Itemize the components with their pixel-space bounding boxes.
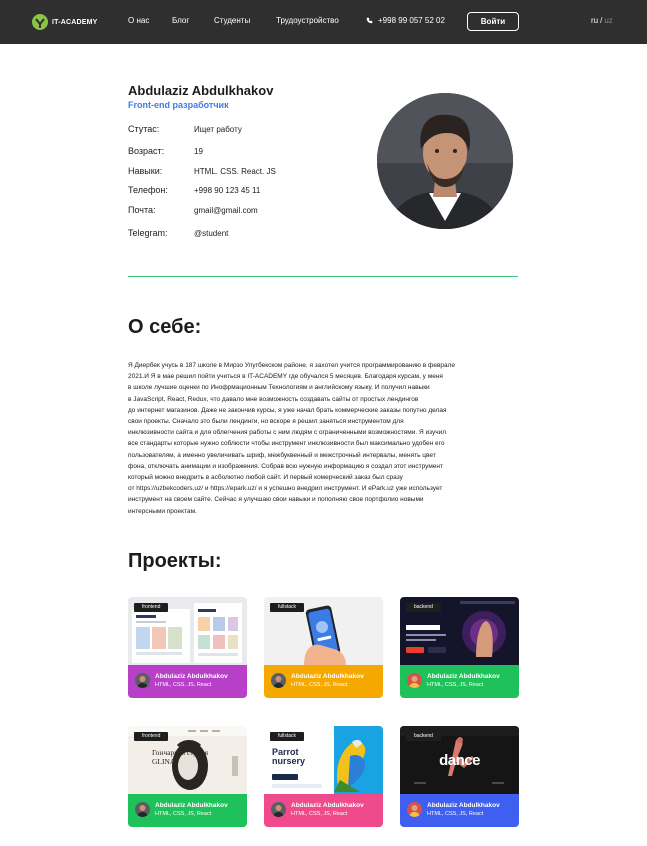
- about-line: инклюзивности сайта и для облегчения раб…: [128, 429, 447, 437]
- email-value: gmail@gmail.com: [194, 206, 258, 215]
- project-card[interactable]: fullstack Abdulaziz Abdulkhakov HTML, CS…: [264, 597, 383, 698]
- project-skills: HTML, CSS, JS, React: [427, 811, 484, 817]
- project-card-footer: Abdulaziz Abdulkhakov HTML, CSS, JS, Rea…: [128, 794, 247, 827]
- nav-about[interactable]: О нас: [128, 16, 149, 26]
- project-card-footer: Abdulaziz Abdulkhakov HTML, CSS, JS, Rea…: [400, 665, 519, 698]
- about-line: который можно внедрить в асболютно любой…: [128, 474, 403, 482]
- status-label: Стутас:: [128, 124, 160, 134]
- about-line: инструмент на своем сайте. Сейчас я улуч…: [128, 496, 424, 504]
- project-card-footer: Abdulaziz Abdulkhakov HTML, CSS, JS, Rea…: [128, 665, 247, 698]
- email-label: Почта:: [128, 205, 156, 215]
- project-card-footer: Abdulaziz Abdulkhakov HTML, CSS, JS, Rea…: [264, 794, 383, 827]
- project-tag: fullstack: [270, 603, 305, 612]
- project-skills: HTML, CSS, JS, React: [291, 682, 348, 688]
- about-line: интерсными проектам.: [128, 507, 197, 515]
- project-tag: fullstack: [270, 732, 305, 741]
- author-name: Abdulaziz Abdulkhakov: [291, 802, 364, 809]
- age-value: 19: [194, 147, 203, 156]
- project-card[interactable]: frontend Abdulaziz Abdulkhakov HTML, CSS…: [128, 597, 247, 698]
- project-skills: HTML, CSS, JS, React: [155, 811, 212, 817]
- header-phone[interactable]: +998 99 057 52 02: [366, 16, 445, 25]
- about-text: Я Диербек учусь в 187 школе в Мирзо Улуг…: [128, 360, 520, 517]
- about-line: до интернет магазинов. Даже не закончив …: [128, 406, 447, 414]
- about-line: фона, отключать анимации и изображения. …: [128, 462, 443, 470]
- author-avatar: [407, 673, 422, 688]
- skills-value: HTML. CSS. React. JS: [194, 167, 276, 176]
- logo-icon: [32, 14, 48, 30]
- about-line: в школе лучшие оценки по Инофрмационным …: [128, 384, 430, 392]
- author-name: Abdulaziz Abdulkhakov: [427, 673, 500, 680]
- phone-label: Телефон:: [128, 185, 168, 195]
- nav-students[interactable]: Студенты: [214, 16, 250, 26]
- author-name: Abdulaziz Abdulkhakov: [155, 673, 228, 680]
- student-photo: [377, 93, 513, 229]
- author-avatar: [135, 673, 150, 688]
- thumbnail-heading: dance: [439, 752, 480, 769]
- thumbnail-heading: Гончарная студия GLINA: [152, 748, 209, 766]
- logo[interactable]: IT-ACADEMY: [31, 13, 98, 31]
- project-tag: backend: [406, 603, 441, 612]
- nav-employment[interactable]: Трудоустройство: [276, 16, 339, 26]
- about-line: все стандарты которые нужно соблюсти что…: [128, 440, 445, 448]
- project-card[interactable]: backend Abdulaziz Abdulkhakov HTML, CSS,…: [400, 597, 519, 698]
- login-button[interactable]: Войти: [467, 12, 519, 31]
- about-line: в JavaScript, React, Redux, что давало м…: [128, 395, 419, 403]
- project-card[interactable]: fullstack Parrot nursery Abdulaziz Abdul…: [264, 726, 383, 827]
- project-card-footer: Abdulaziz Abdulkhakov HTML, CSS, JS, Rea…: [400, 794, 519, 827]
- site-header: IT-ACADEMY О нас Блог Студенты Трудоустр…: [0, 0, 647, 44]
- project-thumbnail: fullstack Parrot nursery: [264, 726, 383, 794]
- author-avatar: [271, 673, 286, 688]
- lang-separator: /: [600, 16, 603, 25]
- author-avatar: [271, 802, 286, 817]
- author-avatar: [407, 802, 422, 817]
- projects-title: Проекты:: [128, 550, 222, 572]
- about-title: О себе:: [128, 316, 202, 338]
- author-avatar: [135, 802, 150, 817]
- project-tag: frontend: [134, 732, 169, 741]
- thumbnail-heading: Parrot nursery: [272, 747, 306, 766]
- status-value: Ищет работу: [194, 125, 242, 134]
- student-name: Abdulaziz Abdulkhakov: [128, 83, 274, 98]
- phone-icon: [366, 17, 373, 24]
- phone-number: +998 99 057 52 02: [378, 16, 445, 25]
- project-card-footer: Abdulaziz Abdulkhakov HTML, CSS, JS, Rea…: [264, 665, 383, 698]
- about-line: свои проекты. Сначало это были лендинги,…: [128, 418, 404, 426]
- author-name: Abdulaziz Abdulkhakov: [291, 673, 364, 680]
- project-card[interactable]: backend dance Abdulaziz Abdulkhakov HTML…: [400, 726, 519, 827]
- project-skills: HTML, CSS, JS, React: [427, 682, 484, 688]
- project-thumbnail: frontend Гончарная студия GLINA: [128, 726, 247, 794]
- nav-blog[interactable]: Блог: [172, 16, 189, 26]
- lang-uz[interactable]: uz: [604, 16, 612, 25]
- project-skills: HTML, CSS, JS, React: [155, 682, 212, 688]
- profile-divider: [128, 276, 518, 277]
- project-skills: HTML, CSS, JS, React: [291, 811, 348, 817]
- project-tag: backend: [406, 732, 441, 741]
- telegram-value: @student: [194, 229, 229, 238]
- project-tag: frontend: [134, 603, 169, 612]
- about-line: 2021.И Я в мае решил пойти учиться в IT-…: [128, 373, 443, 381]
- project-card[interactable]: frontend Гончарная студия GLINA Abdulazi…: [128, 726, 247, 827]
- logo-text: IT-ACADEMY: [52, 18, 98, 26]
- language-switcher: ru / uz: [591, 16, 613, 25]
- phone-value: +998 90 123 45 11: [194, 186, 261, 195]
- about-line: от https://uzbekcoders.uz/ и https://epa…: [128, 485, 443, 493]
- age-label: Возраст:: [128, 146, 165, 156]
- author-name: Abdulaziz Abdulkhakov: [427, 802, 500, 809]
- project-thumbnail: backend dance: [400, 726, 519, 794]
- project-thumbnail: frontend: [128, 597, 247, 665]
- student-role: Front-end разработчик: [128, 100, 229, 110]
- author-name: Abdulaziz Abdulkhakov: [155, 802, 228, 809]
- about-line: пользователям, а именно увеличивать шриф…: [128, 451, 436, 459]
- project-thumbnail: backend: [400, 597, 519, 665]
- skills-label: Навыки:: [128, 166, 163, 176]
- lang-ru[interactable]: ru: [591, 16, 598, 25]
- about-line: Я Диербек учусь в 187 школе в Мирзо Улуг…: [128, 362, 456, 369]
- telegram-label: Telegram:: [128, 228, 168, 238]
- project-thumbnail: fullstack: [264, 597, 383, 665]
